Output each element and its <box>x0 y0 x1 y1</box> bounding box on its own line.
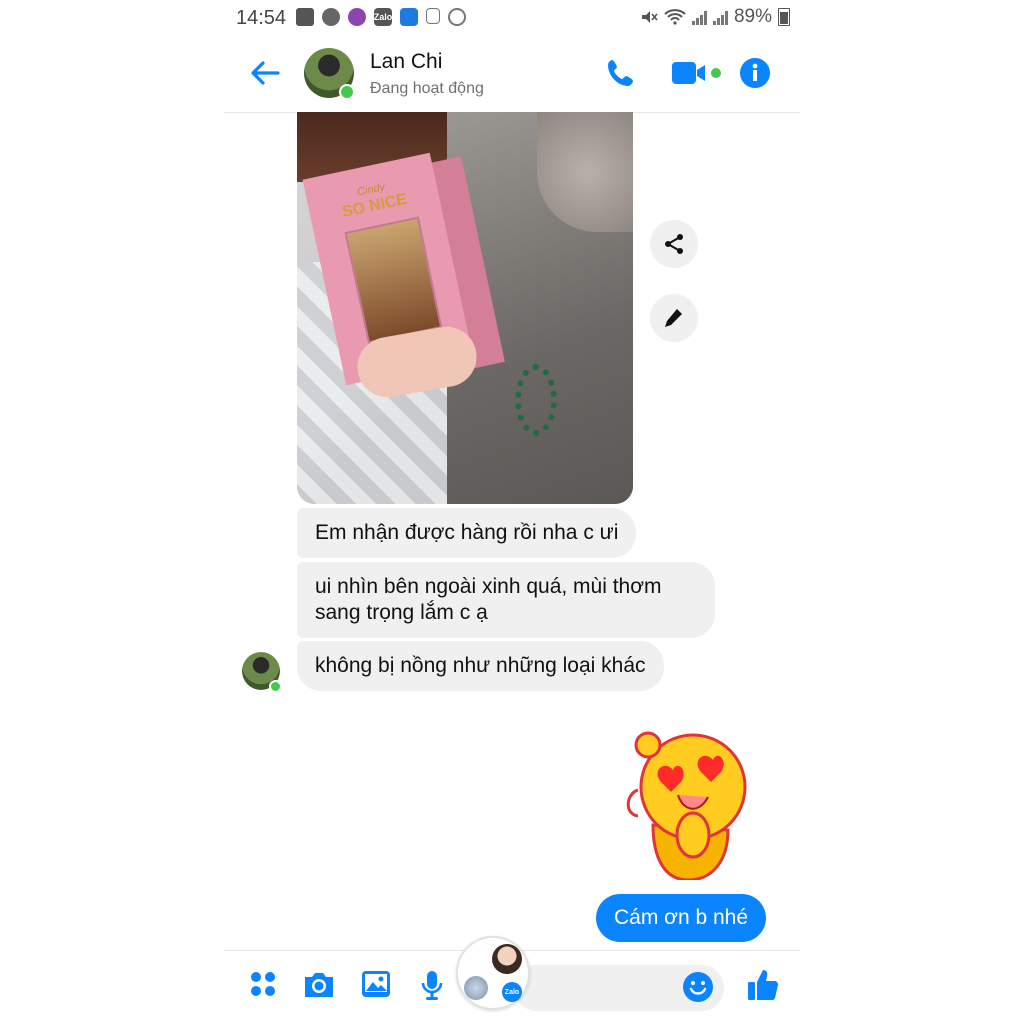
chat-head-overlay[interactable]: Zalo <box>456 936 530 1010</box>
battery-percent: 89% <box>733 6 772 27</box>
perfume-bottle <box>344 216 443 344</box>
outgoing-message[interactable]: Cám ơn b nhé <box>596 894 767 942</box>
zalo-badge: Zalo <box>502 982 522 1002</box>
signal-icon-1 <box>691 9 707 25</box>
camera-icon[interactable] <box>302 969 336 999</box>
back-arrow-icon[interactable] <box>248 56 282 90</box>
incoming-message[interactable]: ui nhìn bên ngoài xinh quá, mùi thơm san… <box>297 562 715 638</box>
online-indicator-small <box>269 680 282 693</box>
info-icon[interactable] <box>738 56 772 90</box>
emoji-icon[interactable] <box>682 971 714 1003</box>
incoming-message[interactable]: không bị nồng như những loại khác <box>297 641 664 691</box>
chat-head-avatar-2 <box>464 976 488 1000</box>
app-notification-icon <box>348 8 366 26</box>
love-sticker[interactable] <box>618 725 758 880</box>
active-status: Đang hoạt động <box>370 80 484 97</box>
share-icon <box>665 234 683 254</box>
zalo-notification-icon: Zalo <box>374 8 392 26</box>
system-icons: 89% <box>640 6 790 28</box>
mute-icon <box>641 11 658 23</box>
thumbs-up-icon[interactable] <box>746 967 780 1003</box>
contact-name[interactable]: Lan Chi <box>370 50 442 74</box>
gallery-icon[interactable] <box>360 969 392 999</box>
microphone-icon[interactable] <box>420 969 444 1001</box>
share-button[interactable] <box>650 220 698 268</box>
photo-message[interactable]: Cindy SO NICE <box>297 112 633 504</box>
wifi-icon <box>664 9 686 25</box>
chat-header: Lan Chi Đang hoạt động <box>224 36 800 113</box>
photo-bracelet <box>515 364 557 436</box>
notification-icons: Zalo <box>296 8 466 26</box>
shield-icon <box>426 8 440 24</box>
chat-head-avatar <box>492 944 522 974</box>
wifi-calling-icon <box>400 8 418 26</box>
online-indicator <box>339 84 355 100</box>
signal-icon-2 <box>712 9 728 25</box>
messenger-screen: 14:54 Zalo 89% Lan Chi Đang hoạt động Ci… <box>224 0 800 1024</box>
messenger-notification-icon <box>322 8 340 26</box>
status-time: 14:54 <box>236 7 287 29</box>
phone-call-icon[interactable] <box>604 56 638 90</box>
status-bar: 14:54 Zalo 89% <box>224 0 800 36</box>
edit-button[interactable] <box>650 294 698 342</box>
messenger-outline-icon <box>448 8 466 26</box>
incoming-message[interactable]: Em nhận được hàng rồi nha c ưi <box>297 508 637 558</box>
pencil-icon <box>665 309 682 327</box>
sms-icon <box>296 8 314 26</box>
battery-icon <box>778 8 790 26</box>
more-apps-icon[interactable] <box>248 969 278 999</box>
video-call-icon[interactable] <box>670 56 724 90</box>
